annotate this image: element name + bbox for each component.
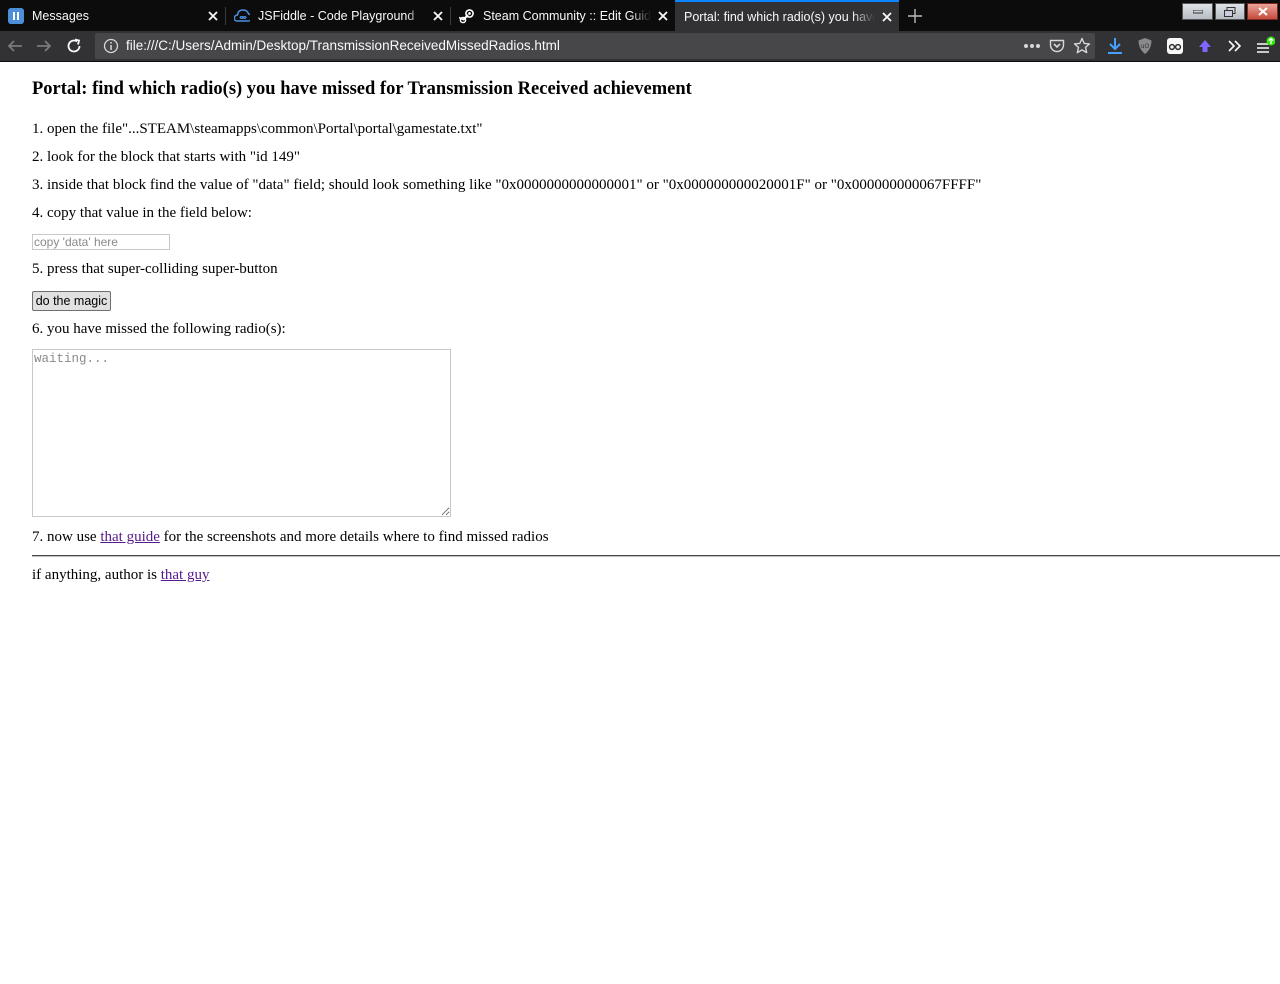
- tab-title: Steam Community :: Edit Guide: [483, 8, 651, 23]
- up-arrow-icon: [1199, 40, 1211, 52]
- close-tab-icon[interactable]: [651, 10, 675, 21]
- close-icon: [1257, 7, 1268, 16]
- do-the-magic-button[interactable]: do the magic: [32, 291, 111, 311]
- navigation-toolbar: file:///C:/Users/Admin/Desktop/Transmiss…: [0, 31, 1280, 62]
- new-tab-button[interactable]: [903, 4, 927, 28]
- chevron-double-right-icon: [1228, 40, 1242, 52]
- tab-steam-community[interactable]: Steam Community :: Edit Guide: [451, 0, 675, 31]
- minimize-icon: [1192, 9, 1203, 13]
- app-menu-button[interactable]: [1255, 36, 1275, 56]
- tab-strip: Messages JSFiddle - Code Playground Stea…: [0, 0, 1280, 31]
- step-6-text: 6. you have missed the following radio(s…: [32, 321, 286, 337]
- step-7-prefix: 7. now use: [32, 529, 97, 545]
- step-7-text: 7. now use that guide for the screenshot…: [32, 529, 549, 546]
- pocket-icon[interactable]: [1049, 38, 1065, 54]
- tab-title: Portal: find which radio(s) you have mis…: [684, 9, 875, 24]
- footer-prefix: if anything, author is: [32, 567, 157, 583]
- step-5-text: 5. press that super-colliding super-butt…: [32, 261, 278, 277]
- tab-messages[interactable]: Messages: [0, 0, 225, 31]
- minimize-button[interactable]: [1182, 3, 1213, 20]
- restore-icon: [1224, 6, 1236, 17]
- extension-icon: [1167, 38, 1183, 54]
- ublock-extension-button[interactable]: uO: [1135, 36, 1155, 56]
- reload-button[interactable]: [64, 36, 84, 56]
- upvote-extension-button[interactable]: [1195, 36, 1215, 56]
- missed-radios-output[interactable]: [32, 349, 451, 517]
- download-arrow-icon: [1108, 38, 1122, 54]
- step-7-suffix: for the screenshots and more details whe…: [163, 529, 549, 545]
- step-4-text: 4. copy that value in the field below:: [32, 205, 252, 221]
- step-1-text: 1. open the file"...STEAM\steamapps\comm…: [32, 121, 483, 137]
- bookmark-star-icon[interactable]: [1073, 37, 1091, 55]
- that-guy-link[interactable]: that guy: [161, 567, 210, 583]
- url-text: file:///C:/Users/Admin/Desktop/Transmiss…: [126, 38, 560, 53]
- restore-button[interactable]: [1215, 3, 1245, 20]
- page-info-icon[interactable]: [103, 38, 119, 54]
- forward-arrow-icon: [37, 40, 52, 52]
- overflow-menu-button[interactable]: [1225, 36, 1245, 56]
- close-tab-icon[interactable]: [426, 10, 450, 21]
- tab-title: JSFiddle - Code Playground: [258, 8, 415, 23]
- extension-button[interactable]: [1165, 36, 1185, 56]
- that-guide-link[interactable]: that guide: [100, 529, 160, 545]
- forward-button[interactable]: [34, 36, 54, 56]
- tab-title: Messages: [32, 8, 89, 23]
- page-actions-icon[interactable]: [1023, 38, 1043, 54]
- plus-icon: [908, 9, 922, 23]
- window-close-button[interactable]: [1247, 3, 1278, 20]
- jsfiddle-icon: [234, 8, 250, 24]
- shield-icon: uO: [1138, 38, 1152, 54]
- tab-jsfiddle[interactable]: JSFiddle - Code Playground: [226, 0, 450, 31]
- close-tab-icon[interactable]: [201, 10, 225, 21]
- step-2-text: 2. look for the block that starts with "…: [32, 149, 301, 165]
- address-bar[interactable]: file:///C:/Users/Admin/Desktop/Transmiss…: [95, 33, 1095, 59]
- tab-portal-radios[interactable]: Portal: find which radio(s) you have mis…: [675, 0, 899, 31]
- back-button[interactable]: [5, 36, 25, 56]
- close-tab-icon[interactable]: [875, 11, 899, 22]
- footer-text: if anything, author is that guy: [32, 567, 209, 584]
- page-title: Portal: find which radio(s) you have mis…: [32, 79, 692, 99]
- hamburger-menu-icon: [1257, 36, 1275, 53]
- messages-app-icon: [8, 7, 24, 24]
- downloads-button[interactable]: [1105, 36, 1125, 56]
- data-value-input[interactable]: [32, 234, 170, 250]
- back-arrow-icon: [7, 40, 22, 52]
- svg-text:uO: uO: [1141, 43, 1150, 50]
- step-3-text: 3. inside that block find the value of "…: [32, 177, 982, 193]
- horizontal-divider: [32, 555, 1280, 557]
- reload-icon: [67, 38, 81, 53]
- steam-icon: [459, 8, 475, 24]
